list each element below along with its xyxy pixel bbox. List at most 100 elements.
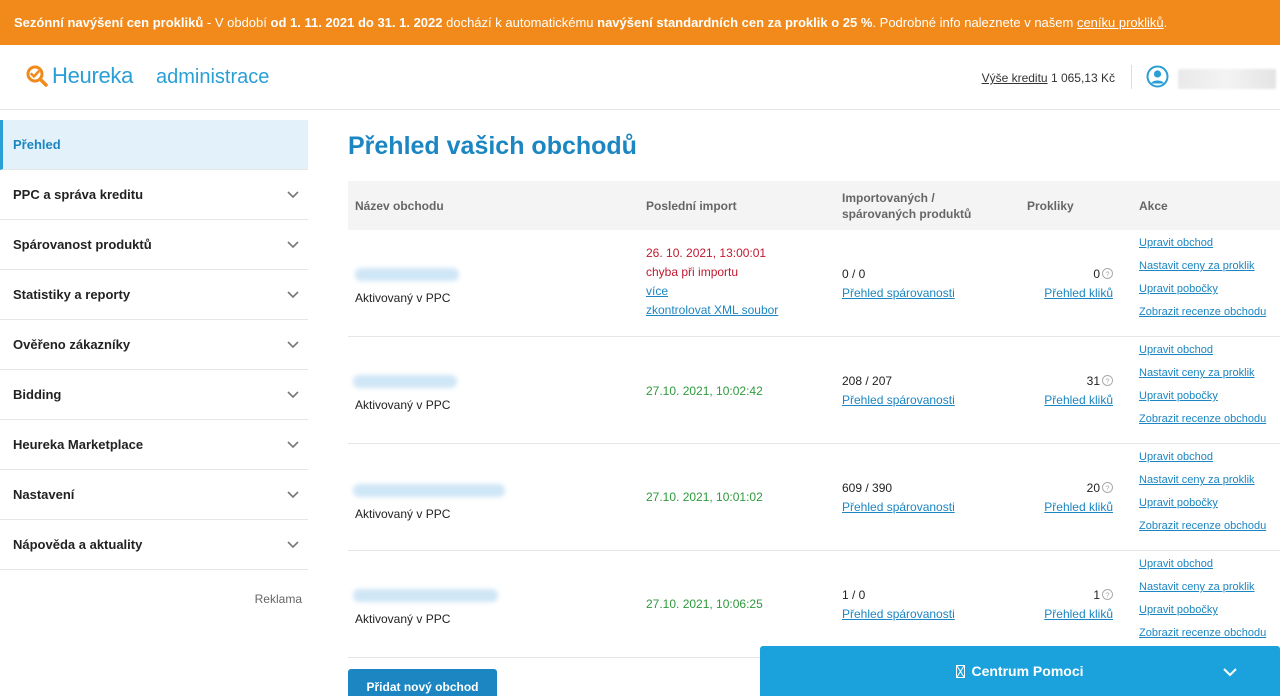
edit-branches-link[interactable]: Upravit pobočky [1139, 497, 1266, 520]
sidebar-nav: Přehled PPC a správa kreditu Spárovanost… [0, 120, 308, 606]
credit-link[interactable]: Výše kreditu [982, 71, 1048, 85]
edit-shop-link[interactable]: Upravit obchod [1139, 558, 1266, 581]
clicks-overview-link[interactable]: Přehled kliků [1044, 286, 1113, 300]
col-header-actions: Akce [1139, 198, 1168, 213]
sidebar-item-ppc[interactable]: PPC a správa kreditu [0, 170, 308, 220]
col-header-products: Importovaných / spárovaných produktů [842, 181, 971, 230]
banner-text: . Podrobné info naleznete v našem [872, 15, 1077, 30]
sidebar-item-overeno[interactable]: Ověřeno zákazníky [0, 320, 308, 370]
heureka-logo-icon [26, 65, 48, 87]
banner-increase: navýšení standardních cen za proklik o 2… [597, 15, 873, 30]
credit-info: Výše kreditu 1 065,13 Kč [982, 71, 1115, 85]
chevron-down-icon [286, 187, 300, 201]
shop-name-cell: Aktivovaný v PPC [353, 484, 505, 521]
banner-text: - V období [203, 15, 271, 30]
clicks-overview-link[interactable]: Přehled kliků [1044, 393, 1113, 407]
table-row: Aktivovaný v PPC 26. 10. 2021, 13:00:01 … [348, 230, 1280, 337]
actions-cell: Upravit obchod Nastavit ceny za proklik … [1139, 451, 1266, 543]
last-import-cell: 27.10. 2021, 10:02:42 [646, 384, 763, 398]
show-reviews-link[interactable]: Zobrazit recenze obchodu [1139, 306, 1266, 329]
sidebar-item-label: Nastavení [13, 487, 75, 502]
table-row: Aktivovaný v PPC 27.10. 2021, 10:06:25 1… [348, 551, 1280, 658]
user-avatar-icon[interactable] [1146, 65, 1169, 88]
svg-text:?: ? [1105, 590, 1109, 599]
products-cell: 1 / 0 Přehled spárovanosti [842, 586, 955, 624]
sidebar-item-sparovanost[interactable]: Spárovanost produktů [0, 220, 308, 270]
edit-shop-link[interactable]: Upravit obchod [1139, 237, 1266, 260]
shop-status: Aktivovaný v PPC [355, 612, 451, 626]
banner-text: dochází k automatickému [442, 15, 598, 30]
pairing-overview-link[interactable]: Přehled spárovanosti [842, 500, 955, 514]
actions-cell: Upravit obchod Nastavit ceny za proklik … [1139, 344, 1266, 436]
clicks-cell: 1? Přehled kliků [1040, 586, 1113, 624]
edit-branches-link[interactable]: Upravit pobočky [1139, 390, 1266, 413]
clicks-count: 31 [1086, 374, 1100, 388]
sidebar-item-label: Ověřeno zákazníky [13, 337, 131, 352]
edit-branches-link[interactable]: Upravit pobočky [1139, 604, 1266, 627]
clicks-cell: 0? Přehled kliků [1040, 265, 1113, 303]
products-cell: 208 / 207 Přehled spárovanosti [842, 372, 955, 410]
question-icon[interactable]: ? [1102, 480, 1113, 493]
clicks-overview-link[interactable]: Přehled kliků [1044, 500, 1113, 514]
pairing-overview-link[interactable]: Přehled spárovanosti [842, 286, 955, 300]
question-icon[interactable]: ? [1102, 587, 1113, 600]
sidebar-item-bidding[interactable]: Bidding [0, 370, 308, 420]
sidebar-item-label: Statistiky a reporty [13, 287, 131, 302]
admin-label: administrace [156, 66, 270, 88]
import-more-link[interactable]: více [646, 284, 668, 298]
sidebar-item-prehled[interactable]: Přehled [0, 120, 308, 170]
sidebar-item-label: PPC a správa kreditu [13, 187, 144, 202]
products-cell: 0 / 0 Přehled spárovanosti [842, 265, 955, 303]
chevron-down-icon[interactable] [1222, 664, 1238, 680]
pairing-overview-link[interactable]: Přehled spárovanosti [842, 607, 955, 621]
heureka-logo[interactable]: Heureka [26, 63, 133, 89]
sidebar-item-marketplace[interactable]: Heureka Marketplace [0, 420, 308, 470]
shop-name-redacted[interactable] [353, 375, 457, 388]
table-header: Název obchodu Poslední import Importovan… [348, 181, 1280, 230]
show-reviews-link[interactable]: Zobrazit recenze obchodu [1139, 520, 1266, 543]
user-name-redacted[interactable] [1178, 69, 1276, 89]
pairing-overview-link[interactable]: Přehled spárovanosti [842, 393, 955, 407]
chevron-down-icon [286, 487, 300, 501]
svg-text:?: ? [1105, 376, 1109, 385]
last-import-cell: 27.10. 2021, 10:01:02 [646, 490, 763, 504]
add-shop-button[interactable]: Přidat nový obchod [348, 669, 497, 696]
check-xml-link[interactable]: zkontrolovat XML soubor [646, 303, 778, 317]
last-import-cell: 27.10. 2021, 10:06:25 [646, 597, 763, 611]
edit-shop-link[interactable]: Upravit obchod [1139, 451, 1266, 474]
ad-label: Reklama [254, 592, 302, 606]
sidebar-item-statistiky[interactable]: Statistiky a reporty [0, 270, 308, 320]
question-icon[interactable]: ? [1102, 373, 1113, 386]
sidebar-item-label: Nápověda a aktuality [13, 537, 143, 552]
clicks-overview-link[interactable]: Přehled kliků [1044, 607, 1113, 621]
sidebar-item-nastaveni[interactable]: Nastavení [0, 470, 308, 520]
banner-pricelist-link[interactable]: ceníku prokliků [1077, 15, 1164, 30]
sidebar-item-label: Spárovanost produktů [13, 237, 152, 252]
products-count: 0 / 0 [842, 267, 866, 281]
chevron-down-icon [286, 337, 300, 351]
set-click-prices-link[interactable]: Nastavit ceny za proklik [1139, 367, 1266, 390]
set-click-prices-link[interactable]: Nastavit ceny za proklik [1139, 581, 1266, 604]
shop-name-cell: Aktivovaný v PPC [353, 375, 457, 412]
sidebar-item-napoveda[interactable]: Nápověda a aktuality [0, 520, 308, 570]
products-count: 1 / 0 [842, 588, 866, 602]
shop-name-redacted[interactable] [353, 589, 498, 602]
set-click-prices-link[interactable]: Nastavit ceny za proklik [1139, 260, 1266, 283]
set-click-prices-link[interactable]: Nastavit ceny za proklik [1139, 474, 1266, 497]
sidebar-item-label: Přehled [13, 137, 61, 152]
chevron-down-icon [286, 437, 300, 451]
chevron-down-icon [286, 237, 300, 251]
shop-name-redacted[interactable] [355, 268, 459, 281]
clicks-cell: 20? Přehled kliků [1040, 479, 1113, 517]
edit-branches-link[interactable]: Upravit pobočky [1139, 283, 1266, 306]
shop-status: Aktivovaný v PPC [355, 507, 451, 521]
clicks-count: 1 [1093, 588, 1100, 602]
show-reviews-link[interactable]: Zobrazit recenze obchodu [1139, 413, 1266, 436]
edit-shop-link[interactable]: Upravit obchod [1139, 344, 1266, 367]
shop-name-cell: Aktivovaný v PPC [353, 589, 498, 626]
question-icon[interactable]: ? [1102, 266, 1113, 279]
banner-text: . [1163, 15, 1168, 30]
table-row: Aktivovaný v PPC 27.10. 2021, 10:01:02 6… [348, 444, 1280, 551]
help-center-bar[interactable]: Centrum Pomoci [760, 646, 1280, 696]
shop-name-redacted[interactable] [353, 484, 505, 497]
